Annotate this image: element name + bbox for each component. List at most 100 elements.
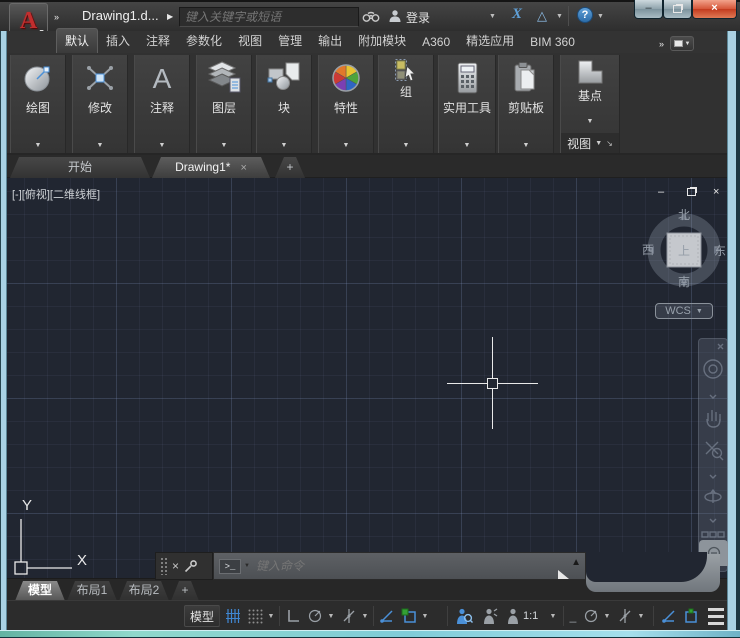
command-line[interactable]: × >_ ▼ ▲ xyxy=(155,552,586,580)
file-tab-close-icon[interactable]: × xyxy=(240,162,246,174)
drag-grip-icon[interactable] xyxy=(160,557,167,575)
ribbon-minimize-button[interactable]: ▼ xyxy=(670,36,694,51)
monitor-caret-icon[interactable]: ▼ xyxy=(601,605,613,627)
ribbon-tab-view[interactable]: 视图 xyxy=(230,29,270,53)
layout-tab-layout1[interactable]: 布局1 xyxy=(67,581,117,601)
navigation-bar[interactable] xyxy=(698,338,728,572)
help-search-field[interactable] xyxy=(179,7,359,27)
isometric-drafting-toggle[interactable] xyxy=(339,605,359,627)
customize-wrench-icon[interactable] xyxy=(184,560,197,573)
osnap-caret-icon[interactable]: ▼ xyxy=(419,605,431,627)
exchange-apps-icon[interactable]: X xyxy=(512,6,522,23)
base-point-caret-icon[interactable]: ▼ xyxy=(561,118,619,125)
command-history-expand-icon[interactable]: ▲ xyxy=(571,557,581,568)
file-tab-drawing1[interactable]: Drawing1*× xyxy=(152,157,270,178)
ribbon-panel-draw[interactable]: 绘图 ▼ xyxy=(10,55,66,153)
help-icon[interactable]: ? xyxy=(577,7,593,23)
file-tab-start[interactable]: 开始 xyxy=(10,157,150,178)
ribbon-tab-annotate[interactable]: 注释 xyxy=(138,29,178,53)
ribbon-tab-addins[interactable]: 附加模块 xyxy=(350,29,414,53)
new-drawing-tab-button[interactable]: + xyxy=(275,157,305,178)
panel-expand-arrow-icon[interactable]: ▼ xyxy=(257,142,311,149)
ribbon-panel-annotate[interactable]: A 注释 ▼ xyxy=(134,55,190,153)
help-caret-icon[interactable]: ▼ xyxy=(597,13,604,20)
layout-tab-model[interactable]: 模型 xyxy=(15,581,65,601)
ribbon-tab-overflow-icon[interactable]: » xyxy=(659,39,662,49)
minimize-button[interactable]: – xyxy=(634,0,663,19)
ribbon-panel-properties[interactable]: 特性 ▼ xyxy=(318,55,374,153)
ribbon-tab-parametric[interactable]: 参数化 xyxy=(178,29,230,53)
new-layout-button[interactable]: + xyxy=(171,581,199,601)
maximize-button[interactable] xyxy=(663,0,692,19)
quick-access-expand-icon[interactable]: » xyxy=(54,12,57,22)
dialog-launcher-icon[interactable]: ↘ xyxy=(606,139,613,148)
ucs-icon[interactable]: Y X xyxy=(10,495,140,580)
viewport-controls[interactable]: [-][俯视][二维线框] xyxy=(12,186,100,202)
grid-display-toggle[interactable] xyxy=(223,605,243,627)
selection-cycling-toggle[interactable] xyxy=(681,605,701,627)
ribbon-panel-group[interactable]: 组 ▼ xyxy=(378,55,434,153)
ribbon-panel-layers[interactable]: 图层 ▼ xyxy=(196,55,252,153)
drawing-minimize-icon[interactable]: – xyxy=(658,186,664,198)
command-input-area[interactable]: >_ ▼ ▲ xyxy=(213,552,586,580)
layout-tab-layout2[interactable]: 布局2 xyxy=(119,581,169,601)
object-snap-tracking-toggle[interactable] xyxy=(377,605,397,627)
polar-tracking-toggle[interactable] xyxy=(305,605,325,627)
units-isolate-toggle[interactable] xyxy=(615,605,635,627)
ribbon-panel-modify[interactable]: 修改 ▼ xyxy=(72,55,128,153)
ribbon-panel-view[interactable]: 基点 ▼ 视图 ▼ ↘ xyxy=(560,55,620,153)
annotation-visibility-toggle[interactable] xyxy=(453,605,475,627)
customization-menu-button[interactable] xyxy=(705,605,727,627)
ribbon-panel-block[interactable]: 块 ▼ xyxy=(256,55,312,153)
scale-caret-icon[interactable]: ▼ xyxy=(547,605,559,627)
drawing-close-icon[interactable]: × xyxy=(713,186,719,198)
command-input[interactable] xyxy=(250,559,585,573)
units-caret-icon[interactable]: ▼ xyxy=(635,605,647,627)
panel-expand-arrow-icon[interactable]: ▼ xyxy=(197,142,251,149)
title-flyout-icon[interactable]: ▶ xyxy=(167,12,171,21)
annotation-scale-value[interactable]: 1:1 xyxy=(523,605,538,627)
polar-caret-icon[interactable]: ▼ xyxy=(325,605,337,627)
snap-caret-icon[interactable]: ▼ xyxy=(265,605,277,627)
ribbon-panel-utilities[interactable]: 实用工具 ▼ xyxy=(438,55,496,153)
workspace-icon[interactable]: _ xyxy=(567,605,579,627)
close-button[interactable]: × xyxy=(692,0,737,19)
panel-expand-arrow-icon[interactable]: ▼ xyxy=(379,142,433,149)
command-close-icon[interactable]: × xyxy=(172,559,179,573)
search-input[interactable] xyxy=(180,8,358,26)
panel-expand-arrow-icon[interactable]: ▼ xyxy=(439,142,495,149)
view-panel-footer[interactable]: 视图 ▼ ↘ xyxy=(561,133,619,153)
panel-expand-arrow-icon[interactable]: ▼ xyxy=(11,142,65,149)
annotation-scale-person-icon[interactable] xyxy=(503,605,523,627)
sign-in-button[interactable]: 登录 xyxy=(406,9,430,26)
sign-in-caret-icon[interactable]: ▼ xyxy=(489,13,496,20)
a360-triangle-icon[interactable]: △ xyxy=(537,8,547,24)
ortho-mode-toggle[interactable] xyxy=(283,605,303,627)
search-binoculars-icon[interactable] xyxy=(362,9,380,23)
ribbon-tab-manage[interactable]: 管理 xyxy=(270,29,310,53)
viewcube[interactable]: 北 南 西 东 上 xyxy=(640,204,728,296)
panel-expand-arrow-icon[interactable]: ▼ xyxy=(73,142,127,149)
user-icon[interactable] xyxy=(388,9,402,23)
wcs-dropdown[interactable]: WCS ▼ xyxy=(655,303,713,319)
ribbon-tab-bim360[interactable]: BIM 360 xyxy=(522,32,583,53)
panel-expand-arrow-icon[interactable]: ▼ xyxy=(135,142,189,149)
drawing-restore-icon[interactable] xyxy=(687,188,696,196)
base-point-button[interactable]: 基点 xyxy=(561,87,619,104)
ribbon-tab-insert[interactable]: 插入 xyxy=(98,29,138,53)
panel-expand-arrow-icon[interactable]: ▼ xyxy=(319,142,373,149)
ribbon-tab-a360[interactable]: A360 xyxy=(414,32,458,53)
model-space-button[interactable]: 模型 xyxy=(184,605,220,627)
ribbon-tab-featured-apps[interactable]: 精选应用 xyxy=(458,29,522,53)
snap-mode-toggle[interactable] xyxy=(245,605,265,627)
ribbon-panel-clipboard[interactable]: 剪贴板 ▼ xyxy=(498,55,554,153)
object-snap-toggle[interactable] xyxy=(399,605,419,627)
annotation-autoscale-toggle[interactable] xyxy=(479,605,501,627)
ribbon-tab-home[interactable]: 默认 xyxy=(56,28,98,53)
panel-expand-arrow-icon[interactable]: ▼ xyxy=(499,142,553,149)
annotation-monitor-toggle[interactable] xyxy=(581,605,601,627)
ribbon-tab-output[interactable]: 输出 xyxy=(310,29,350,53)
a360-caret-icon[interactable]: ▼ xyxy=(556,13,563,20)
quick-measure-toggle[interactable] xyxy=(659,605,679,627)
drawing-canvas[interactable]: [-][俯视][二维线框] – × 北 南 西 东 上 WCS ▼ xyxy=(7,178,727,578)
